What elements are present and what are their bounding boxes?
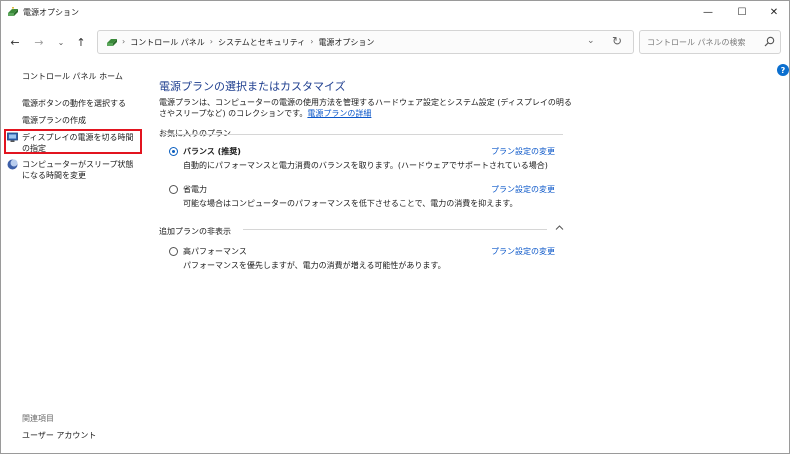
plan-name[interactable]: 高パフォーマンス: [183, 246, 247, 257]
sleep-moon-icon: [7, 159, 18, 170]
page-description: 電源プランは、コンピューターの電源の使用方法を管理するハードウェア設定とシステム…: [159, 97, 579, 119]
section-divider: [243, 229, 547, 230]
hide-additional-plans-header[interactable]: 追加プランの非表示: [159, 226, 231, 237]
breadcrumb-separator: ›: [209, 37, 213, 46]
window: 電源オプション — ☐ ✕ ← → ⌄ ↑ › コントロール パネル › システ…: [0, 0, 790, 454]
recent-locations-button[interactable]: ⌄: [53, 33, 69, 51]
breadcrumb-system-security[interactable]: システムとセキュリティ: [218, 37, 305, 48]
page-title: 電源プランの選択またはカスタマイズ: [159, 80, 346, 93]
sidebar-item-create-plan[interactable]: 電源プランの作成: [22, 115, 86, 126]
title-bar: 電源オプション — ☐ ✕: [1, 1, 789, 23]
sidebar-item-power-buttons[interactable]: 電源ボタンの動作を選択する: [22, 98, 126, 109]
power-options-icon: [8, 7, 18, 16]
breadcrumb: › コントロール パネル › システムとセキュリティ › 電源オプション: [122, 37, 374, 48]
search-placeholder: コントロール パネルの検索: [647, 38, 746, 47]
sidebar-home-link[interactable]: コントロール パネル ホーム: [22, 71, 123, 82]
sidebar-item-sleep-time[interactable]: コンピューターがスリープ状態になる時間を変更: [22, 159, 138, 181]
address-dropdown-button[interactable]: ⌄: [587, 36, 595, 46]
section-divider: [159, 134, 563, 135]
maximize-button[interactable]: ☐: [725, 1, 759, 23]
power-plans-learn-more-link[interactable]: 電源プランの詳細: [307, 109, 371, 118]
main-content: 電源プランの選択またはカスタマイズ 電源プランは、コンピューターの電源の使用方法…: [151, 57, 771, 453]
sidebar: コントロール パネル ホーム 電源ボタンの動作を選択する 電源プランの作成 ディ…: [1, 57, 151, 453]
breadcrumb-control-panel[interactable]: コントロール パネル: [130, 37, 205, 48]
plan-description: 可能な場合はコンピューターのパフォーマンスを低下させることで、電力の消費を抑えま…: [183, 199, 518, 208]
plan-radio-power-saver[interactable]: [169, 185, 178, 194]
related-header: 関連項目: [22, 414, 54, 423]
plan-radio-high-performance[interactable]: [169, 247, 178, 256]
change-plan-settings-link[interactable]: プラン設定の変更: [491, 146, 555, 157]
search-icon[interactable]: [764, 36, 775, 47]
help-icon[interactable]: ?: [777, 64, 789, 76]
control-panel-icon: [107, 39, 117, 46]
search-input[interactable]: コントロール パネルの検索: [639, 30, 781, 54]
plan-name[interactable]: バランス (推奨): [183, 146, 241, 157]
breadcrumb-power-options[interactable]: 電源オプション: [318, 37, 374, 48]
chevron-up-icon[interactable]: [555, 224, 564, 231]
highlight-box: [4, 129, 142, 154]
change-plan-settings-link[interactable]: プラン設定の変更: [491, 246, 555, 257]
back-button[interactable]: ←: [7, 33, 23, 51]
address-bar[interactable]: › コントロール パネル › システムとセキュリティ › 電源オプション ⌄ ↻: [97, 30, 634, 54]
plan-name[interactable]: 省電力: [183, 184, 207, 195]
navigation-bar: ← → ⌄ ↑ › コントロール パネル › システムとセキュリティ › 電源オ…: [1, 27, 789, 57]
breadcrumb-separator: ›: [310, 37, 314, 46]
change-plan-settings-link[interactable]: プラン設定の変更: [491, 184, 555, 195]
close-button[interactable]: ✕: [757, 1, 790, 23]
user-accounts-link[interactable]: ユーザー アカウント: [22, 430, 96, 441]
window-title: 電源オプション: [23, 8, 79, 17]
forward-button[interactable]: →: [31, 33, 47, 51]
refresh-button[interactable]: ↻: [612, 34, 622, 48]
plan-description: 自動的にパフォーマンスと電力消費のバランスを取ります。(ハードウェアでサポートさ…: [183, 161, 548, 170]
breadcrumb-separator: ›: [122, 37, 126, 46]
up-button[interactable]: ↑: [73, 33, 89, 51]
plan-description: パフォーマンスを優先しますが、電力の消費が増える可能性があります。: [183, 261, 446, 270]
minimize-button[interactable]: —: [691, 1, 725, 23]
plan-radio-balanced[interactable]: [169, 147, 178, 156]
